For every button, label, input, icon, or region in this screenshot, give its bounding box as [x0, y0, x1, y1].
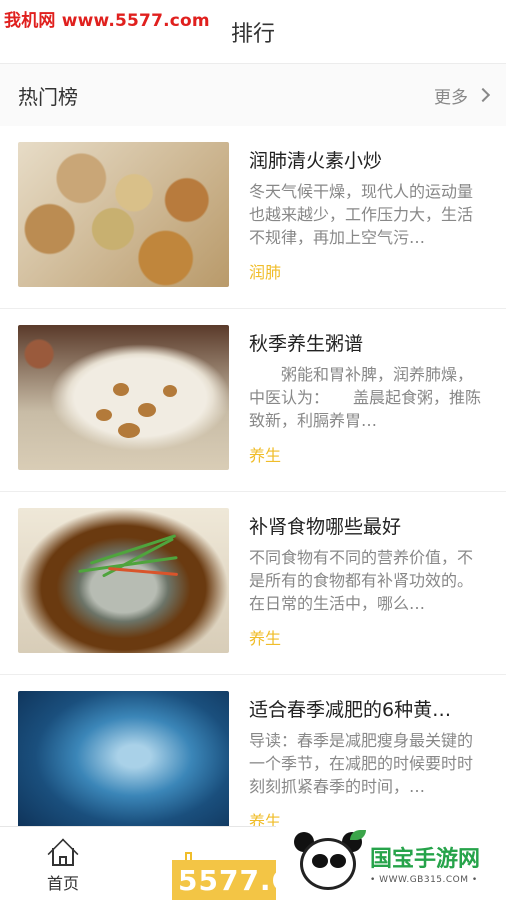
brand-url: • WWW.GB315.COM •: [370, 875, 478, 885]
item-info: 补肾食物哪些最好 不同食物有不同的营养价值，不是所有的食物都有补肾功效的。在日常…: [249, 508, 488, 674]
home-icon: [47, 834, 79, 869]
item-tag: 养生: [249, 629, 282, 648]
item-info: 秋季养生粥谱 粥能和胃补脾，润养肺燥，中医认为： 盖晨起食粥，推陈致新，利膈养胃…: [249, 325, 488, 491]
item-description: 导读：春季是减肥瘦身最关键的一个季节，在减肥的时候要时时刻刻抓紧春季的时间，…: [249, 731, 474, 796]
list-item[interactable]: 补肾食物哪些最好 不同食物有不同的营养价值，不是所有的食物都有补肾功效的。在日常…: [0, 492, 506, 675]
brand-name: 国宝手游网: [370, 847, 481, 872]
item-thumbnail: [18, 325, 229, 470]
watermark-brand: 国宝手游网 • WWW.GB315.COM •: [276, 826, 506, 900]
more-label: 更多: [434, 87, 468, 108]
page-title: 排行: [230, 21, 275, 47]
item-thumbnail: [18, 691, 229, 826]
list-item[interactable]: 适合春季减肥的6种黄… 导读：春季是减肥瘦身最关键的一个季节，在减肥的时候要时时…: [0, 675, 506, 826]
list-item[interactable]: 润肺清火素小炒 冬天气候干燥，现代人的运动量也越来越少，工作压力大，生活不规律，…: [0, 126, 506, 309]
item-title: 补肾食物哪些最好: [249, 516, 402, 538]
list-item[interactable]: 秋季养生粥谱 粥能和胃补脾，润养肺燥，中医认为： 盖晨起食粥，推陈致新，利膈养胃…: [0, 309, 506, 492]
item-tag: 养生: [249, 812, 282, 826]
item-title: 润肺清火素小炒: [249, 150, 383, 172]
item-info: 适合春季减肥的6种黄… 导读：春季是减肥瘦身最关键的一个季节，在减肥的时候要时时…: [249, 691, 488, 826]
section-bar-hot: 热门榜 更多: [0, 64, 506, 126]
watermark-5577: 5577.C: [172, 860, 292, 900]
item-description: 不同食物有不同的营养价值，不是所有的食物都有补肾功效的。在日常的生活中，哪么…: [249, 548, 474, 613]
item-title: 适合春季减肥的6种黄…: [249, 699, 452, 721]
ranking-list: 润肺清火素小炒 冬天气候干燥，现代人的运动量也越来越少，工作压力大，生活不规律，…: [0, 126, 506, 826]
section-title: 热门榜: [18, 84, 78, 109]
item-thumbnail: [18, 142, 229, 287]
more-link[interactable]: 更多: [434, 83, 491, 108]
brand-text: 国宝手游网 • WWW.GB315.COM •: [370, 841, 480, 885]
item-title: 秋季养生粥谱: [249, 333, 364, 355]
item-thumbnail: [18, 508, 229, 653]
watermark-top-text: 我机网 www.5577.com: [4, 11, 210, 31]
item-description: 粥能和胃补脾，润养肺燥，中医认为： 盖晨起食粥，推陈致新，利膈养胃…: [249, 365, 482, 430]
item-tag: 润肺: [249, 263, 282, 282]
item-info: 润肺清火素小炒 冬天气候干燥，现代人的运动量也越来越少，工作压力大，生活不规律，…: [249, 142, 488, 308]
tab-home[interactable]: 首页: [0, 827, 126, 900]
item-tag: 养生: [249, 446, 282, 465]
item-description: 冬天气候干燥，现代人的运动量也越来越少，工作压力大，生活不规律，再加上空气污…: [249, 182, 474, 247]
panda-logo-icon: [294, 830, 366, 894]
tab-home-label: 首页: [46, 873, 79, 893]
chevron-right-icon: [475, 87, 491, 103]
